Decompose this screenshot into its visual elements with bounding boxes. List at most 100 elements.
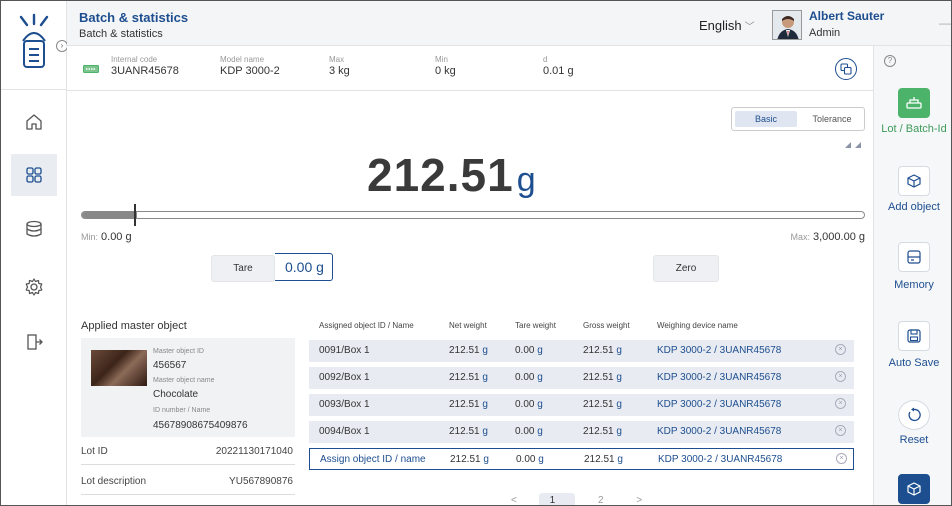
remove-row-icon[interactable]: × <box>835 371 846 382</box>
master-name-value: Chocolate <box>153 389 199 400</box>
minimize-icon[interactable]: — <box>939 16 951 30</box>
column-header-net: Net weight <box>449 321 487 330</box>
cell-tare-unit: g <box>537 399 543 410</box>
tare-value: 0.00 <box>285 259 313 275</box>
d-value: 0.01 g <box>543 65 574 77</box>
app-window: › Batch & statistics Batch & statistics … <box>0 0 952 506</box>
max-value: 3 kg <box>329 65 350 77</box>
cell-net: 212.51 g <box>449 426 488 437</box>
scale-device-icon <box>83 65 99 73</box>
remove-row-icon[interactable]: × <box>835 344 846 355</box>
chevron-down-icon: ﹀ <box>744 22 755 33</box>
column-header-device: Weighing device name <box>657 321 738 330</box>
cell-gross-value: 212.51 <box>583 372 614 383</box>
assign-row[interactable]: Assign object ID / name 212.51 g 0.00 g 212… <box>309 448 854 470</box>
left-sidebar: › <box>1 1 68 505</box>
cell-device-value: KDP 3000-2 / 3UANR45678 <box>657 399 782 410</box>
cell-net-value: 212.51 <box>449 426 480 437</box>
table-row[interactable]: 0091/Box 1 212.51 g 0.00 g 212.51 g KDP 3000… <box>309 340 854 362</box>
cell-net-unit: g <box>483 454 489 465</box>
user-photo-icon <box>773 11 801 39</box>
page-1-label: 1 <box>549 495 556 506</box>
nav-logout[interactable] <box>11 321 57 363</box>
cell-id-value: 0094/Box 1 <box>319 426 370 437</box>
avatar[interactable] <box>772 10 802 40</box>
device-info-bar: Internal code 3UANR45678 Model name KDP … <box>67 46 873 91</box>
table-row[interactable]: 0093/Box 1 212.51 g 0.00 g 212.51 g KDP 3000… <box>309 394 854 416</box>
lot-id-label: Lot ID <box>81 446 108 457</box>
cell-tare: 0.00 g <box>515 426 543 437</box>
memory-button[interactable] <box>898 242 930 272</box>
cell-gross: 212.51 g <box>583 426 622 437</box>
internal-code-value: 3UANR45678 <box>111 65 179 77</box>
copy-button[interactable] <box>835 58 857 80</box>
bar-max: Max: 3,000.00 g <box>781 231 865 243</box>
remove-row-icon[interactable]: × <box>835 425 846 436</box>
min-label: Min <box>435 55 448 64</box>
cell-net-unit: g <box>482 426 488 437</box>
cell-device-value: KDP 3000-2 / 3UANR45678 <box>658 454 783 465</box>
auto-save-button[interactable] <box>898 321 930 351</box>
cell-net: 212.51 g <box>449 399 488 410</box>
resize-corner-icon[interactable] <box>845 140 861 148</box>
lot-id-value: 20221130171040 <box>215 446 293 457</box>
cell-id[interactable]: Assign object ID / name <box>320 454 426 465</box>
tare-button[interactable]: Tare <box>211 255 275 282</box>
reset-button[interactable] <box>898 400 930 430</box>
cell-gross-value: 212.51 <box>583 345 614 356</box>
user-name: Albert Sauter <box>809 9 885 23</box>
remove-row-icon[interactable]: × <box>836 453 847 464</box>
nav-home[interactable] <box>11 101 57 143</box>
tare-unit: g <box>316 259 324 275</box>
mode-tolerance-button[interactable]: Tolerance <box>802 111 862 127</box>
language-select[interactable]: English ﹀ <box>699 18 755 33</box>
master-id-label: Master object ID <box>153 348 204 355</box>
zero-button[interactable]: Zero <box>653 255 719 282</box>
max-field: Max 3 kg <box>329 55 350 77</box>
cell-device: KDP 3000-2 / 3UANR45678 <box>657 372 781 383</box>
cell-id-value: 0092/Box 1 <box>319 372 370 383</box>
master-object-image <box>91 350 147 386</box>
cell-net-unit: g <box>482 345 488 356</box>
cell-net-value: 212.51 <box>449 345 480 356</box>
cell-tare-unit: g <box>537 345 543 356</box>
mode-toggle: Basic Tolerance <box>731 107 865 131</box>
nav-database[interactable] <box>11 208 57 250</box>
cell-tare-unit: g <box>537 372 543 383</box>
cell-tare-unit: g <box>538 454 544 465</box>
help-icon[interactable]: ? <box>884 55 896 67</box>
min-value: 0 kg <box>435 65 456 77</box>
lot-batch-button[interactable] <box>898 88 930 118</box>
cell-net: 212.51 g <box>449 345 488 356</box>
cell-tare: 0.00 g <box>515 345 543 356</box>
cell-id-value: Assign object ID / name <box>320 454 426 465</box>
mode-basic-button[interactable]: Basic <box>735 111 797 127</box>
tare-input[interactable]: 0.00 g <box>275 253 333 281</box>
add-object-button[interactable] <box>898 166 930 196</box>
master-id-value: 456567 <box>153 360 187 371</box>
page-prev-button[interactable]: < <box>511 495 517 505</box>
object-action-button[interactable] <box>898 474 930 504</box>
cell-id: 0091/Box 1 <box>319 345 370 356</box>
page-next-button[interactable]: > <box>636 495 642 505</box>
page-2-button[interactable]: 2 <box>598 495 604 505</box>
remove-row-icon[interactable]: × <box>835 398 846 409</box>
cell-device-value: KDP 3000-2 / 3UANR45678 <box>657 372 782 383</box>
cell-net: 212.51 g <box>449 372 488 383</box>
sidebar-divider <box>1 89 67 90</box>
cell-net: 212.51 g <box>450 454 489 465</box>
cube-icon <box>907 482 921 496</box>
scale-icon <box>906 97 922 109</box>
master-idnum-value: 456789086754098​76 <box>153 420 248 431</box>
d-label: d <box>543 55 548 64</box>
weight-value: 212.51 <box>367 149 514 201</box>
cell-id: 0093/Box 1 <box>319 399 370 410</box>
cell-net-unit: g <box>482 372 488 383</box>
table-row[interactable]: 0092/Box 1 212.51 g 0.00 g 212.51 g KDP 3000… <box>309 367 854 389</box>
table-row[interactable]: 0094/Box 1 212.51 g 0.00 g 212.51 g KDP 3000… <box>309 421 854 443</box>
cell-id: 0094/Box 1 <box>319 426 370 437</box>
lot-id-row: Lot ID 20221130171040 <box>81 441 295 465</box>
nav-settings[interactable] <box>11 266 57 308</box>
nav-apps[interactable] <box>11 154 57 196</box>
top-header: Batch & statistics Batch & statistics En… <box>67 1 951 46</box>
